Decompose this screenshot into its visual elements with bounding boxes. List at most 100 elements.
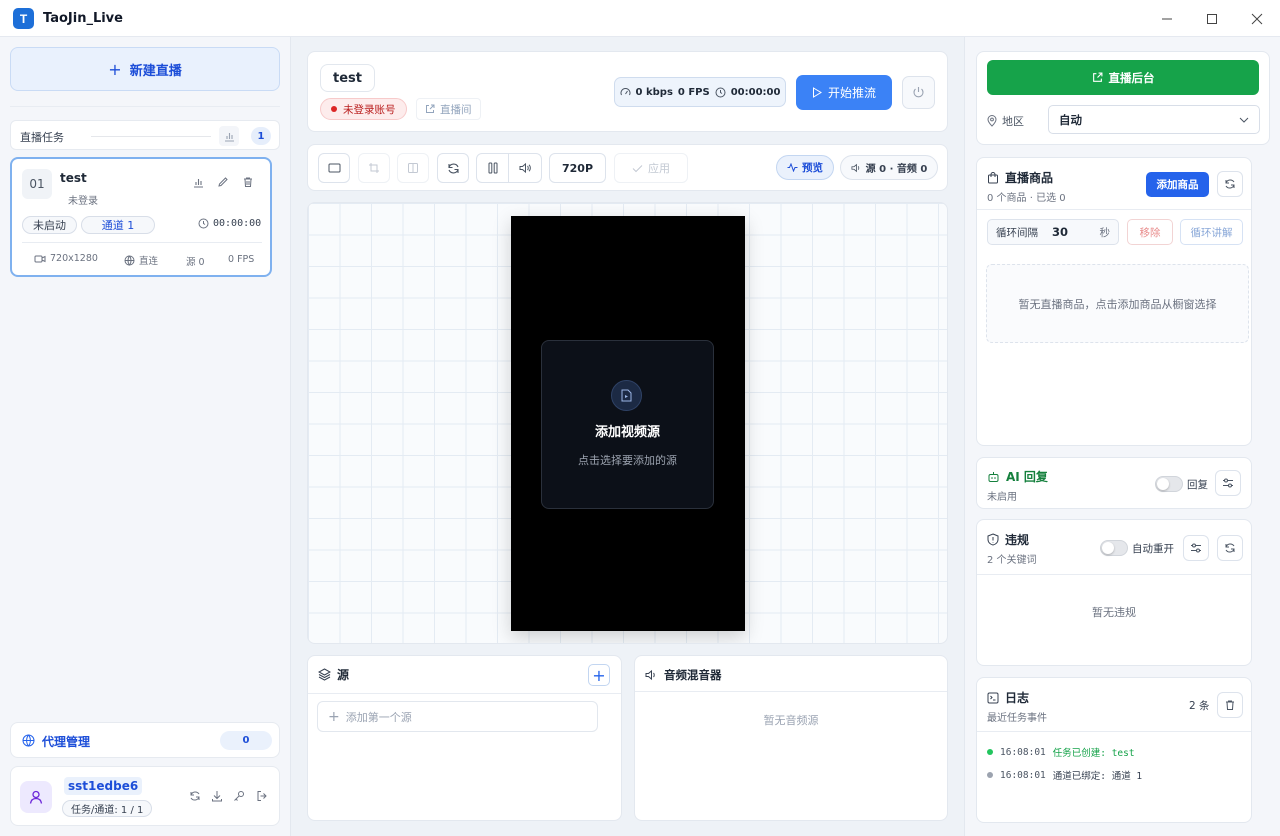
task-channel-pill: 通道 1 bbox=[81, 216, 155, 234]
user-name: sst1edbe6 bbox=[64, 777, 143, 795]
live-room-link[interactable]: 直播间 bbox=[416, 98, 481, 120]
apply-button[interactable]: 应用 bbox=[614, 153, 688, 183]
new-live-label: 新建直播 bbox=[129, 63, 182, 79]
loop-interval-field[interactable]: 循环间隔 30 秒 bbox=[987, 219, 1119, 245]
task-time: 00:00:00 bbox=[213, 218, 262, 229]
mixer-speaker-icon bbox=[645, 669, 658, 681]
ai-reply-title: AI 回复 bbox=[1006, 470, 1048, 484]
apply-label: 应用 bbox=[648, 162, 670, 175]
task-card[interactable]: 01 test 未登录 未启动 通道 1 00:00:00 720x1280 直… bbox=[10, 157, 272, 277]
auto-restart-toggle[interactable] bbox=[1100, 540, 1128, 556]
account-status-badge[interactable]: 未登录账号 bbox=[320, 98, 407, 120]
log-dot bbox=[987, 749, 993, 755]
log-time: 16:08:01 bbox=[1000, 769, 1046, 781]
products-header: 直播商品 bbox=[987, 169, 1053, 186]
sidebar-divider bbox=[10, 106, 280, 107]
mixer-header: 音频混音器 bbox=[645, 667, 722, 683]
layers-icon bbox=[318, 668, 331, 681]
volume-icon[interactable] bbox=[509, 154, 541, 182]
add-source-button[interactable]: + bbox=[588, 664, 610, 686]
region-label: 地区 bbox=[987, 113, 1024, 129]
new-live-button[interactable]: + 新建直播 bbox=[10, 47, 280, 91]
robot-icon bbox=[987, 471, 1000, 483]
add-product-button[interactable]: 添加商品 bbox=[1146, 172, 1209, 197]
preview-toggle[interactable]: 预览 bbox=[776, 155, 834, 180]
align-center-button[interactable] bbox=[397, 153, 429, 183]
products-refresh-button[interactable] bbox=[1217, 171, 1243, 197]
stream-header: test 未登录账号 直播间 0 kbps 0 FPS 00:00:00 开始推… bbox=[307, 51, 948, 132]
stats-clock-icon bbox=[715, 87, 726, 98]
delete-icon[interactable] bbox=[240, 174, 256, 190]
backend-card: 直播后台 地区 自动 bbox=[976, 51, 1270, 145]
violation-settings-button[interactable] bbox=[1183, 535, 1209, 561]
violation-refresh-button[interactable] bbox=[1217, 535, 1243, 561]
bitrate-text: 0 kbps bbox=[635, 86, 673, 98]
edit-icon[interactable] bbox=[215, 174, 231, 190]
region-value: 自动 bbox=[1059, 112, 1082, 127]
ai-settings-button[interactable] bbox=[1215, 470, 1241, 496]
fps-text: 0 FPS bbox=[677, 86, 710, 98]
refresh-icon[interactable] bbox=[187, 788, 203, 804]
violation-title: 违规 bbox=[1005, 533, 1030, 547]
source-audio-text: 源 0 · 音频 0 bbox=[865, 164, 928, 175]
add-source-placeholder[interactable]: 添加视频源 点击选择要添加的源 bbox=[541, 340, 714, 509]
log-text: 通道已绑定: 通道 1 bbox=[1052, 771, 1143, 782]
maximize-icon[interactable] bbox=[1201, 8, 1223, 30]
power-button[interactable] bbox=[902, 76, 935, 109]
logout-icon[interactable] bbox=[254, 788, 270, 804]
task-stats-icon[interactable] bbox=[190, 174, 206, 190]
tasks-title: 直播任务 bbox=[20, 131, 64, 144]
proxy-manager[interactable]: 代理管理 0 bbox=[10, 722, 280, 758]
log-text: 任务已创建: test bbox=[1052, 748, 1135, 759]
playback-group bbox=[476, 153, 542, 183]
aspect-button[interactable] bbox=[318, 153, 350, 183]
sources-title: 源 bbox=[337, 668, 350, 682]
close-icon[interactable] bbox=[1246, 8, 1268, 30]
auto-restart-label: 自动重开 bbox=[1132, 543, 1174, 555]
task-connection-text: 直连 bbox=[139, 256, 159, 267]
resolution-select[interactable]: 720P bbox=[549, 153, 606, 183]
live-backend-button[interactable]: 直播后台 bbox=[987, 60, 1259, 95]
region-select[interactable]: 自动 bbox=[1048, 105, 1260, 134]
minimize-icon[interactable] bbox=[1156, 8, 1178, 30]
tasks-count-badge: 1 bbox=[251, 127, 271, 145]
remove-product-button[interactable]: 移除 bbox=[1127, 219, 1173, 245]
user-quota: 任务/通道: 1 / 1 bbox=[62, 800, 153, 817]
add-first-source[interactable]: + 添加第一个源 bbox=[317, 701, 598, 732]
violation-header: 违规 bbox=[987, 531, 1029, 548]
start-stream-button[interactable]: 开始推流 bbox=[796, 75, 892, 110]
products-title: 直播商品 bbox=[1005, 171, 1054, 185]
add-plus-icon: + bbox=[328, 708, 340, 725]
logs-subtitle: 最近任务事件 bbox=[987, 713, 1047, 724]
video-canvas[interactable]: 添加视频源 点击选择要添加的源 bbox=[511, 216, 745, 631]
clear-logs-button[interactable] bbox=[1217, 692, 1243, 718]
pulse-icon bbox=[787, 163, 798, 172]
task-index: 01 bbox=[22, 169, 52, 199]
products-divider bbox=[977, 209, 1251, 210]
logs-count: 2 条 bbox=[1189, 700, 1210, 712]
stream-stats: 0 kbps 0 FPS 00:00:00 bbox=[614, 77, 786, 107]
loop-explain-button[interactable]: 循环讲解 bbox=[1180, 219, 1243, 245]
account-status-text: 未登录账号 bbox=[343, 103, 396, 116]
bag-icon bbox=[987, 171, 999, 184]
download-icon[interactable] bbox=[209, 788, 225, 804]
tasks-header-line bbox=[91, 136, 211, 137]
play-icon bbox=[812, 87, 822, 98]
status-dot bbox=[331, 106, 337, 112]
loop-value[interactable]: 30 bbox=[1052, 225, 1068, 239]
chart-icon[interactable] bbox=[219, 126, 239, 146]
ai-reply-toggle[interactable] bbox=[1155, 476, 1183, 492]
rotate-button[interactable] bbox=[437, 153, 469, 183]
loop-unit: 秒 bbox=[1099, 226, 1111, 239]
pause-icon[interactable] bbox=[477, 154, 509, 182]
key-icon[interactable] bbox=[231, 788, 247, 804]
task-connection: 直连 bbox=[124, 253, 158, 267]
audio-mixer-panel: 音频混音器 暂无音频源 bbox=[634, 655, 948, 821]
task-fps: 0 FPS bbox=[228, 254, 255, 265]
proxy-icon bbox=[21, 733, 35, 747]
app-title: TaoJin_Live bbox=[43, 11, 123, 26]
crop-button[interactable] bbox=[358, 153, 390, 183]
avatar[interactable] bbox=[20, 781, 52, 813]
app-logo: T bbox=[13, 8, 34, 29]
logs-card: 日志 最近任务事件 2 条 16:08:01 任务已创建: test 16:08… bbox=[976, 677, 1252, 823]
